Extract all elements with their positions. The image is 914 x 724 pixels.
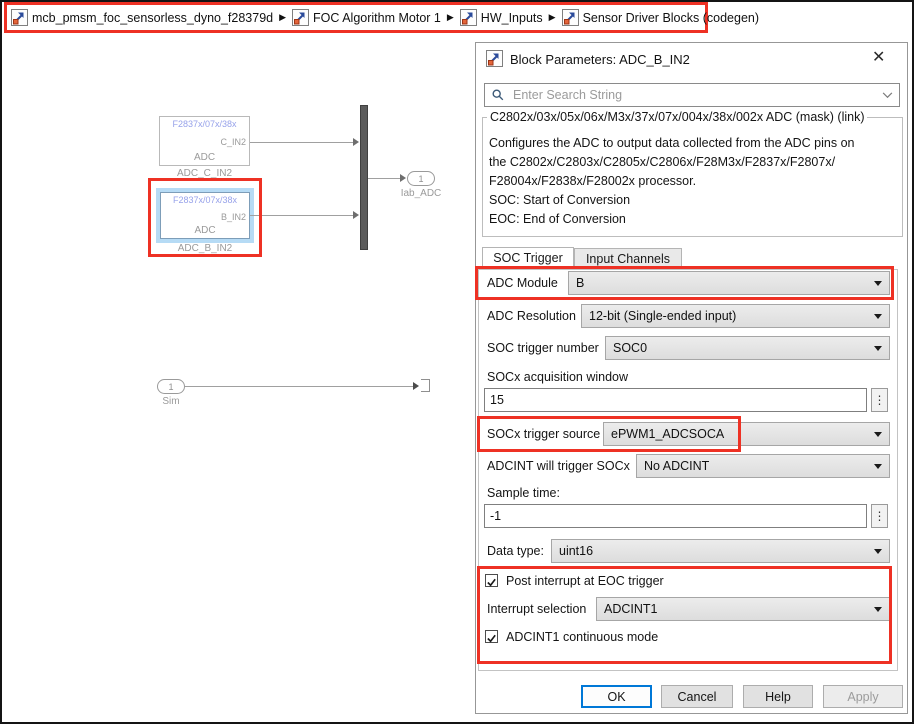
adc-module-dropdown[interactable]: B	[568, 271, 890, 295]
data-type-dropdown[interactable]: uint16	[551, 539, 890, 563]
tab-soc-trigger[interactable]: SOC Trigger	[482, 247, 574, 269]
post-interrupt-checkbox[interactable]	[485, 574, 498, 587]
tab-input-channels[interactable]: Input Channels	[574, 248, 682, 270]
outport-block[interactable]: 1	[407, 171, 435, 186]
breadcrumb-separator: ▶	[446, 12, 454, 22]
sample-time-label: Sample time:	[487, 486, 560, 500]
adcint-will-trigger-dropdown[interactable]: No ADCINT	[636, 454, 890, 478]
dropdown-arrow-icon	[874, 281, 882, 290]
signal-wire	[250, 142, 354, 143]
block-header-label: F2837x/07x/38x	[172, 195, 238, 205]
wire-arrowhead	[400, 174, 406, 182]
dropdown-arrow-icon	[874, 607, 882, 616]
breadcrumb-item-foc-algorithm[interactable]: FOC Algorithm Motor 1	[313, 11, 441, 25]
wire-arrowhead	[413, 382, 419, 390]
terminator-block[interactable]	[421, 379, 430, 392]
interrupt-selection-dropdown[interactable]: ADCINT1	[596, 597, 890, 621]
block-body-label: ADC	[194, 225, 216, 236]
wire-arrowhead	[353, 138, 359, 146]
inport-block[interactable]: 1	[157, 379, 185, 394]
edit-options-button[interactable]: ⋮	[871, 388, 888, 412]
dropdown-arrow-icon	[874, 432, 882, 441]
signal-wire	[368, 178, 401, 179]
block-port-label: B_IN2	[220, 212, 246, 222]
adcint1-continuous-checkbox[interactable]	[485, 630, 498, 643]
block-caption: ADC_C_IN2	[176, 168, 233, 179]
block-adc-c-in2[interactable]: F2837x/07x/38x C_IN2 ADC	[159, 116, 250, 166]
close-icon[interactable]: ✕	[872, 50, 885, 66]
sample-time-input[interactable]: -1	[484, 504, 867, 528]
block-body-label: ADC	[193, 152, 216, 163]
breadcrumb-separator: ▶	[548, 12, 556, 22]
socx-trigger-source-dropdown[interactable]: ePWM1_ADCSOCA	[603, 422, 890, 446]
data-type-label: Data type:	[487, 544, 544, 558]
dialog-title: Block Parameters: ADC_B_IN2	[510, 52, 690, 67]
post-interrupt-label: Post interrupt at EOC trigger	[506, 574, 664, 588]
block-adc-b-in2[interactable]: F2837x/07x/38x B_IN2 ADC	[160, 192, 250, 239]
outport-caption: Iab_ADC	[400, 188, 442, 199]
simulink-window: mcb_pmsm_foc_sensorless_dyno_f28379d ▶ F…	[0, 0, 914, 724]
inport-caption: Sim	[162, 396, 180, 407]
adc-module-label: ADC Module	[487, 276, 558, 290]
checkmark-icon	[487, 578, 496, 587]
mask-title: C2802x/03x/05x/06x/M3x/37x/07x/004x/38x/…	[487, 110, 868, 124]
subsystem-icon	[561, 9, 579, 26]
edit-options-button[interactable]: ⋮	[871, 504, 888, 528]
breadcrumb-item-sensor-driver[interactable]: Sensor Driver Blocks (codegen)	[583, 11, 759, 25]
signal-wire	[250, 215, 354, 216]
checkmark-icon	[487, 634, 496, 643]
socx-acquisition-window-input[interactable]: 15	[484, 388, 867, 412]
ok-button[interactable]: OK	[581, 685, 652, 708]
block-parameters-icon	[486, 50, 503, 67]
breadcrumb-separator: ▶	[279, 12, 287, 22]
breadcrumb-item-model[interactable]: mcb_pmsm_foc_sensorless_dyno_f28379d	[32, 11, 273, 25]
apply-button[interactable]: Apply	[823, 685, 903, 708]
block-port-label: C_IN2	[220, 137, 246, 147]
breadcrumb: mcb_pmsm_foc_sensorless_dyno_f28379d ▶ F…	[4, 2, 759, 33]
dropdown-arrow-icon	[874, 314, 882, 323]
breadcrumb-item-hw-inputs[interactable]: HW_Inputs	[481, 11, 543, 25]
mux-block[interactable]	[360, 105, 368, 250]
adc-resolution-label: ADC Resolution	[487, 309, 576, 323]
wire-arrowhead	[353, 211, 359, 219]
help-button[interactable]: Help	[743, 685, 813, 708]
subsystem-icon	[11, 9, 28, 26]
adcint-will-trigger-label: ADCINT will trigger SOCx	[487, 459, 630, 473]
dropdown-arrow-icon	[874, 346, 882, 355]
chevron-down-icon[interactable]	[882, 91, 893, 99]
search-input[interactable]	[511, 87, 876, 103]
dropdown-arrow-icon	[874, 549, 882, 558]
socx-trigger-source-label: SOCx trigger source	[487, 427, 601, 441]
soc-trigger-number-dropdown[interactable]: SOC0	[605, 336, 890, 360]
subsystem-icon	[459, 9, 477, 26]
search-icon	[491, 88, 505, 102]
block-header-label: F2837x/07x/38x	[172, 119, 237, 129]
block-caption: ADC_B_IN2	[177, 243, 233, 254]
adc-resolution-dropdown[interactable]: 12-bit (Single-ended input)	[581, 304, 890, 328]
block-parameters-dialog: Block Parameters: ADC_B_IN2 ✕ C2802x/03x…	[475, 42, 908, 714]
cancel-button[interactable]: Cancel	[661, 685, 733, 708]
dropdown-arrow-icon	[874, 464, 882, 473]
search-box	[484, 83, 900, 107]
mask-description: Configures the ADC to output data collec…	[489, 136, 855, 226]
subsystem-icon	[292, 9, 310, 26]
interrupt-selection-label: Interrupt selection	[487, 602, 587, 616]
signal-wire	[185, 386, 415, 387]
mask-description-group: C2802x/03x/05x/06x/M3x/37x/07x/004x/38x/…	[482, 110, 903, 237]
adcint1-continuous-label: ADCINT1 continuous mode	[506, 630, 659, 644]
soc-trigger-number-label: SOC trigger number	[487, 341, 599, 355]
socx-acquisition-window-label: SOCx acquisition window	[487, 370, 629, 384]
